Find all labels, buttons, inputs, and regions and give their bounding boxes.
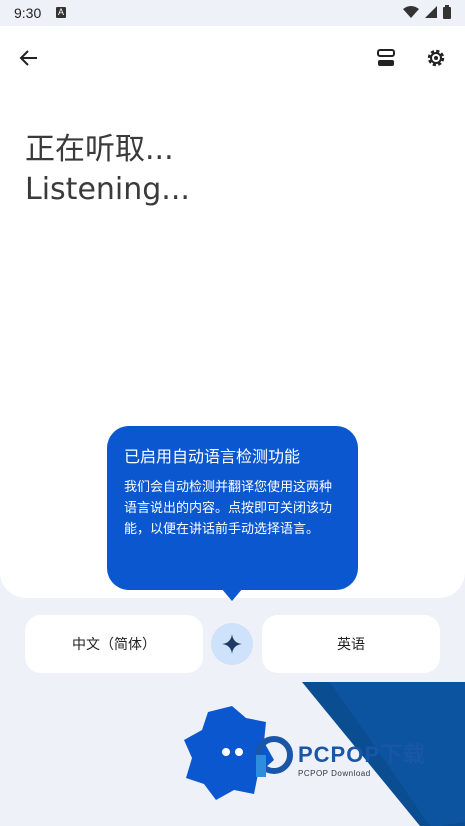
watermark-brand: PCPOP下载 bbox=[298, 741, 427, 767]
back-button[interactable] bbox=[9, 38, 49, 78]
watermark-sub: PCPOP Download bbox=[298, 768, 371, 778]
transcript: 正在听取... Listening... bbox=[25, 130, 190, 210]
sparkle-icon bbox=[222, 634, 242, 654]
tooltip-arrow bbox=[221, 588, 243, 601]
watermark: PCPOP下载 PCPOP Download bbox=[252, 735, 426, 779]
arrow-left-icon bbox=[19, 50, 37, 66]
gear-icon bbox=[427, 49, 445, 67]
listening-text-en: Listening... bbox=[25, 172, 190, 207]
signal-icon bbox=[425, 6, 437, 18]
auto-detect-button[interactable] bbox=[211, 623, 253, 665]
wifi-icon bbox=[403, 6, 419, 18]
status-bar: 9:30 A bbox=[0, 0, 465, 26]
auto-detect-tooltip[interactable]: 已启用自动语言检测功能 我们会自动检测并翻译您使用这两种语言说出的内容。点按即可… bbox=[107, 426, 358, 590]
target-language-label: 英语 bbox=[337, 637, 365, 653]
listening-text-zh: 正在听取... bbox=[25, 132, 174, 167]
tooltip-title: 已启用自动语言检测功能 bbox=[124, 447, 301, 466]
status-time: 9:30 bbox=[14, 5, 42, 21]
source-language-label: 中文（简体） bbox=[72, 637, 156, 653]
pcpop-logo-icon bbox=[255, 736, 293, 777]
battery-icon bbox=[443, 5, 451, 19]
notification-icon: A bbox=[56, 7, 66, 18]
target-language-button[interactable]: 英语 bbox=[262, 615, 440, 673]
source-language-button[interactable]: 中文（简体） bbox=[25, 615, 203, 673]
history-icon bbox=[377, 49, 395, 66]
status-icons bbox=[403, 5, 451, 19]
settings-button[interactable] bbox=[416, 38, 456, 78]
tooltip-body: 我们会自动检测并翻译您使用这两种语言说出的内容。点按即可关闭该功能，以便在讲话前… bbox=[124, 480, 333, 537]
history-button[interactable] bbox=[366, 38, 406, 78]
